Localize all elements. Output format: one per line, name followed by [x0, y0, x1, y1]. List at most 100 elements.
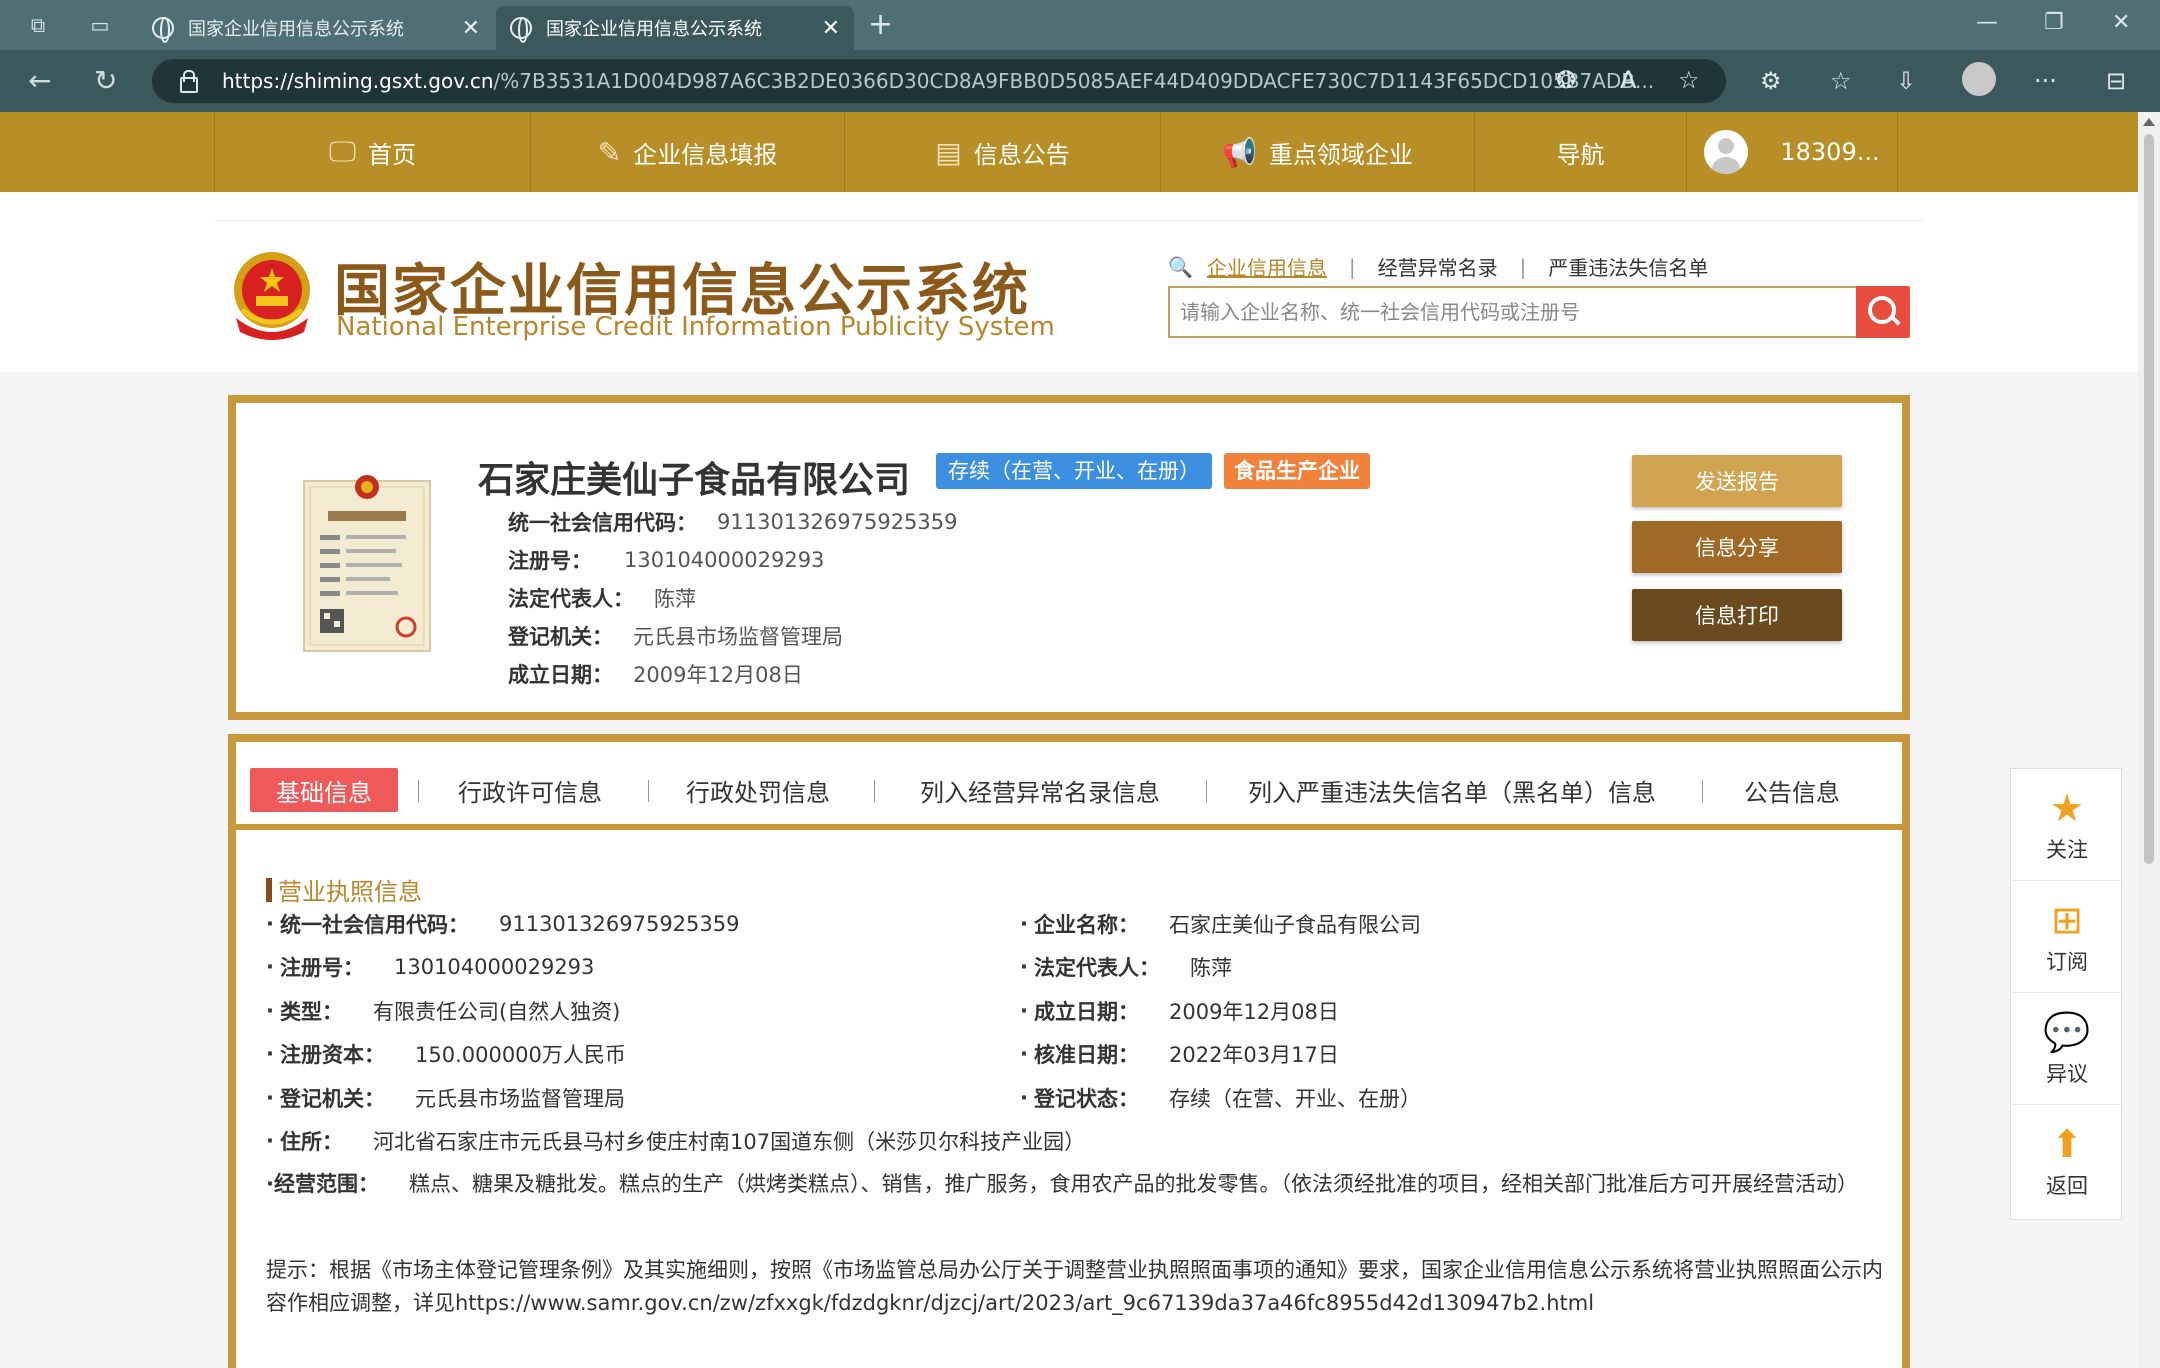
- browser-tab-bar: ⧉ ▭ 国家企业信用信息公示系统 ✕ 国家企业信用信息公示系统 ✕ + — ❐ …: [0, 0, 2160, 50]
- globe-icon: [152, 17, 174, 43]
- follow-button[interactable]: ★ 关注: [2011, 769, 2123, 881]
- site-header: 国家企业信用信息公示系统 National Enterprise Credit …: [0, 192, 2138, 372]
- business-license-thumbnail[interactable]: [302, 473, 432, 653]
- info-row-address: · 住所： 河北省石家庄市元氏县马村乡使庄村南107国道东侧（米莎贝尔科技产业园）: [266, 1129, 1086, 1154]
- tab-actions-icon[interactable]: ▭: [88, 13, 112, 37]
- section-title: 营业执照信息: [266, 872, 422, 907]
- address-bar: ← ↻ https://shiming.gsxt.gov.cn/%7B3531A…: [0, 50, 2160, 112]
- send-report-button[interactable]: 发送报告: [1632, 455, 1842, 507]
- link-blacklist[interactable]: 严重违法失信名单: [1548, 252, 1708, 281]
- company-key-info: 统一社会信用代码： 911301326975925359 注册号： 13010400…: [508, 503, 958, 693]
- search-icon: 🔍: [1168, 254, 1193, 279]
- monitor-icon: 🖵: [329, 135, 356, 168]
- back-icon[interactable]: ←: [28, 66, 51, 96]
- read-aloud-icon[interactable]: A: [1620, 67, 1636, 93]
- divider: [214, 220, 1924, 221]
- arrow-up-icon: ⬆: [2051, 1122, 2083, 1166]
- tab-admin-penalty[interactable]: 行政处罚信息: [686, 768, 830, 812]
- close-tab-icon[interactable]: ✕: [462, 16, 480, 41]
- lock-icon[interactable]: [178, 70, 198, 93]
- tab-blacklist[interactable]: 列入严重违法失信名单（黑名单）信息: [1248, 768, 1656, 812]
- divider: [648, 780, 649, 802]
- divider: |: [1519, 254, 1527, 279]
- license-notice: 提示：根据《市场主体登记管理条例》及其实施细则，按照《市场监管总局办公厅关于调整…: [266, 1258, 1883, 1315]
- info-tabs: 基础信息 行政许可信息 行政处罚信息 列入经营异常名录信息 列入严重违法失信名单…: [236, 742, 1902, 830]
- edge-app-icon[interactable]: ❂: [1556, 67, 1576, 93]
- search-type-links: 🔍 企业信用信息 | 经营异常名录 | 严重违法失信名单: [1168, 252, 1708, 281]
- browser-tab-1[interactable]: 国家企业信用信息公示系统 ✕: [138, 6, 494, 50]
- tab-basic-info[interactable]: 基础信息: [250, 768, 398, 812]
- print-info-button[interactable]: 信息打印: [1632, 589, 1842, 641]
- sidebar-toggle-icon[interactable]: ⊟: [2106, 68, 2126, 94]
- edit-icon: ✎: [597, 135, 622, 169]
- plus-icon[interactable]: +: [868, 10, 893, 40]
- extensions-icon[interactable]: ⚙: [1760, 68, 1782, 94]
- company-name: 石家庄美仙子食品有限公司: [478, 460, 911, 501]
- tab-title: 国家企业信用信息公示系统: [546, 19, 762, 40]
- company-summary-card: 石家庄美仙子食品有限公司 存续（在营、开业、在册） 食品生产企业 统一社会信用代…: [228, 395, 1910, 720]
- info-row: · 企业名称： 石家庄美仙子食品有限公司: [1020, 912, 1421, 937]
- avatar: [1704, 130, 1749, 174]
- info-row: 统一社会信用代码： 911301326975925359: [508, 510, 958, 535]
- search-input[interactable]: [1170, 288, 1858, 336]
- refresh-icon[interactable]: ↻: [94, 66, 117, 96]
- company-type-badge: 食品生产企业: [1224, 453, 1370, 489]
- chat-bubble-icon: 💬: [2043, 1009, 2091, 1054]
- globe-icon: [510, 17, 532, 43]
- star-icon: ★: [2049, 785, 2085, 830]
- tab-admin-license[interactable]: 行政许可信息: [458, 768, 602, 812]
- info-row: · 成立日期： 2009年12月08日: [1020, 999, 1339, 1024]
- nav-key-sectors[interactable]: 📢 重点领域企业: [1160, 112, 1474, 192]
- info-row-business-scope: ·经营范围： 糕点、糖果及糖批发。糕点的生产（烘烤类糕点）、销售，推广服务，食用农…: [266, 1172, 1858, 1196]
- divider: [418, 780, 419, 802]
- favorites-icon[interactable]: ☆: [1830, 68, 1852, 94]
- info-row: · 注册号： 130104000029293: [266, 955, 595, 980]
- nav-enterprise-fill[interactable]: ✎ 企业信息填报: [530, 112, 844, 192]
- scroll-up-arrow-icon[interactable]: [2143, 118, 2155, 126]
- favorite-star-icon[interactable]: ☆: [1678, 67, 1700, 93]
- info-row: · 登记状态： 存续（在营、开业、在册）: [1020, 1086, 1421, 1111]
- info-row: 法定代表人： 陈萍: [508, 587, 696, 611]
- url-input[interactable]: https://shiming.gsxt.gov.cn/%7B3531A1D00…: [152, 59, 1726, 103]
- divider: [874, 780, 875, 802]
- tab-title: 国家企业信用信息公示系统: [188, 19, 404, 40]
- info-row: · 登记机关： 元氏县市场监督管理局: [266, 1086, 625, 1111]
- url-text: https://shiming.gsxt.gov.cn/%7B3531A1D00…: [222, 69, 1655, 93]
- divider: [1206, 780, 1207, 802]
- megaphone-icon: 📢: [1222, 135, 1257, 169]
- divider: [1702, 780, 1703, 802]
- nav-announcements[interactable]: ▤ 信息公告: [844, 112, 1160, 192]
- tab-announcements[interactable]: 公告信息: [1744, 768, 1840, 812]
- minimize-icon[interactable]: —: [1976, 10, 1998, 35]
- plus-square-icon: ⊞: [2051, 897, 2083, 942]
- search-button[interactable]: [1856, 286, 1910, 338]
- link-credit-info[interactable]: 企业信用信息: [1207, 252, 1327, 281]
- nav-home[interactable]: 🖵 首页: [214, 112, 530, 192]
- workspaces-icon[interactable]: ⧉: [26, 13, 50, 37]
- restore-icon[interactable]: ❐: [2044, 10, 2064, 35]
- subscribe-button[interactable]: ⊞ 订阅: [2011, 881, 2123, 993]
- page-scrollbar[interactable]: [2138, 112, 2160, 1368]
- nav-user[interactable]: 18309...: [1686, 112, 1898, 192]
- document-icon: ▤: [935, 135, 962, 169]
- info-row: · 统一社会信用代码： 911301326975925359: [266, 912, 740, 937]
- link-abnormal-list[interactable]: 经营异常名录: [1378, 252, 1498, 281]
- share-info-button[interactable]: 信息分享: [1632, 521, 1842, 573]
- nav-navigation[interactable]: 导航: [1474, 112, 1686, 192]
- back-to-top-button[interactable]: ⬆ 返回: [2011, 1105, 2123, 1217]
- close-tab-icon[interactable]: ✕: [822, 16, 840, 41]
- download-icon[interactable]: ⇩: [1896, 68, 1916, 94]
- browser-tab-2[interactable]: 国家企业信用信息公示系统 ✕: [496, 6, 854, 50]
- info-row: 成立日期： 2009年12月08日: [508, 663, 803, 687]
- more-menu-icon[interactable]: ···: [2034, 68, 2057, 94]
- info-row: · 类型： 有限责任公司(自然人独资): [266, 999, 621, 1024]
- divider: |: [1348, 254, 1356, 279]
- tab-abnormal-list[interactable]: 列入经营异常名录信息: [920, 768, 1160, 812]
- profile-avatar-icon[interactable]: [1962, 62, 1996, 96]
- site-navbar: 🖵 首页 ✎ 企业信息填报 ▤ 信息公告 📢 重点领域企业 导航 18309..…: [0, 112, 2138, 192]
- logo-title-en: National Enterprise Credit Information P…: [336, 312, 1055, 342]
- national-emblem-icon: [234, 252, 310, 340]
- close-window-icon[interactable]: ✕: [2112, 10, 2130, 35]
- objection-button[interactable]: 💬 异议: [2011, 993, 2123, 1105]
- scroll-thumb[interactable]: [2144, 134, 2154, 864]
